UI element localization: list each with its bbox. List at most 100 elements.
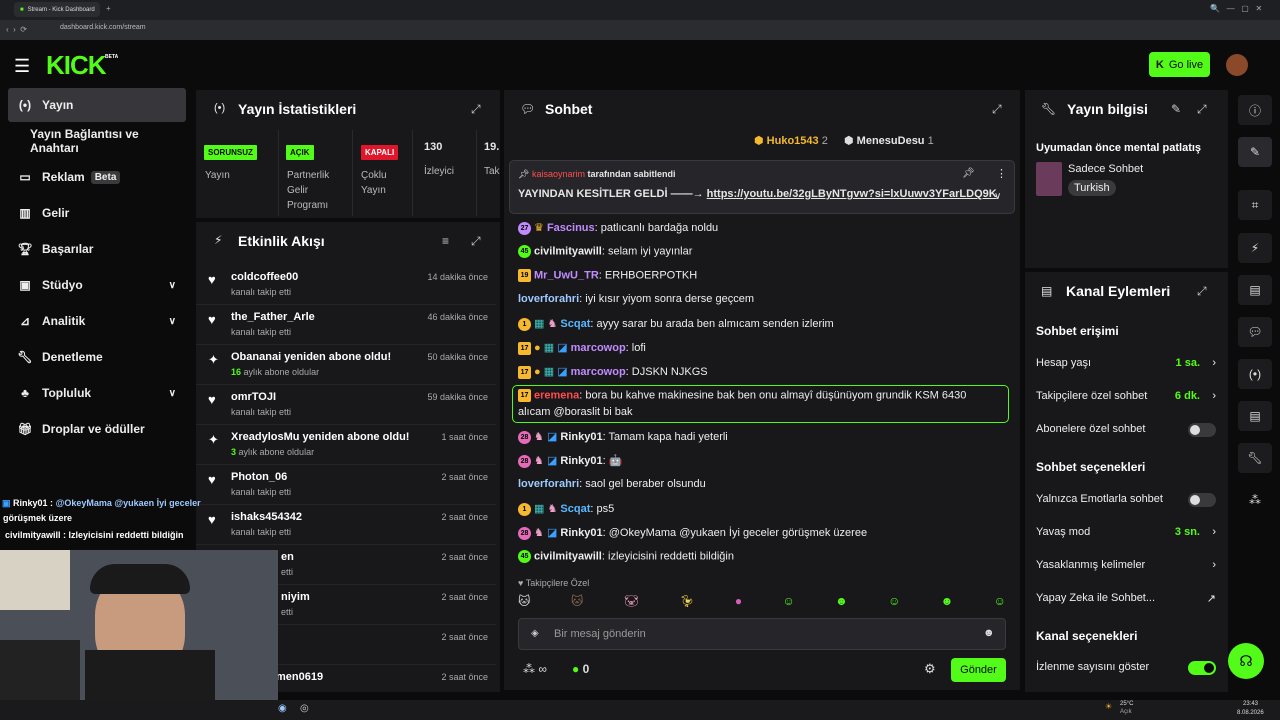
filter-icon[interactable]: ≡ (442, 234, 449, 248)
go-live-button[interactable]: K Go live (1149, 52, 1210, 77)
kick-points[interactable]: ● 0 (572, 662, 589, 676)
chat-message[interactable]: 28 ♞ ◪ Rinky01: Tamam kapa hadi yeterli (518, 430, 1008, 444)
chat-message[interactable]: 28 ♞ ◪ Rinky01: @OkeyMama @yukaen İyi gec… (518, 526, 1008, 540)
gear-icon[interactable]: ⚙︎ (924, 661, 936, 677)
account-age-row[interactable]: Hesap yaşı 1 sa. › (1036, 357, 1216, 369)
subs-only-toggle[interactable] (1188, 423, 1216, 437)
kick-emote-icon[interactable]: ☻ (941, 594, 954, 612)
sidebar-item-reklam[interactable]: ▭ Reklam Beta (8, 160, 186, 194)
expand-icon[interactable]: ⤢ (471, 102, 481, 117)
chat-bubble-icon[interactable]: 💬︎ (1238, 317, 1272, 347)
sidebar-item-droplar[interactable]: 🎁︎ Droplar ve ödüller (8, 412, 186, 446)
pencil-icon[interactable]: ✎ (1238, 137, 1272, 167)
chevron-down-icon[interactable]: ∨ (994, 191, 1001, 202)
app-icon[interactable]: ◎ (300, 703, 309, 714)
chat-message[interactable]: 17 ● ▦ ◪ marcowop: DJSKN NJKGS (518, 365, 1008, 379)
expand-icon[interactable]: ⤢ (1197, 284, 1207, 299)
new-tab-icon[interactable]: + (106, 4, 111, 13)
chat-bubble-icon: 💬︎ (520, 102, 536, 116)
chat-message[interactable]: 1 ▦ ♞ Scqat: ayyy sarar bu arada ben almı… (518, 317, 1008, 331)
chat-message[interactable]: 27 ♛ Fascinus: patlıcanlı bardağa noldu (518, 221, 1008, 235)
ai-chat-row[interactable]: Yapay Zeka ile Sohbet... ↗ (1036, 592, 1216, 605)
chat-username[interactable]: civilmityawill (534, 245, 602, 257)
chat-username[interactable]: marcowop (571, 366, 626, 378)
sidebar-item-stream-key[interactable]: Yayın Bağlantısı ve Anahtarı (8, 124, 186, 158)
sidebar-item-yayin[interactable]: (•) Yayın (8, 88, 186, 122)
expand-icon[interactable]: ⤢ (1197, 102, 1207, 117)
sidebar-item-topluluk[interactable]: ♣ Topluluk ∨ (8, 376, 186, 410)
support-headset-icon[interactable]: ☊ (1228, 643, 1264, 679)
channel-points[interactable]: ⁂ ∞ (523, 662, 547, 676)
nav-buttons[interactable]: ‹ › ⟳ (6, 25, 27, 34)
chat-message[interactable]: 19 Mr_UwU_TR: ERHBOERPOTKH (518, 269, 1008, 282)
row-label: Yapay Zeka ile Sohbet... (1036, 592, 1156, 604)
chat-message[interactable]: 28 ♞ ◪ Rinky01: 🤖 (518, 454, 1008, 468)
browser-tab[interactable]: ■ Stream - Kick Dashboard (14, 2, 100, 17)
show-views-toggle[interactable] (1188, 661, 1216, 675)
chat-message[interactable]: loverforahri: iyi kısır yiyom sonra ders… (518, 293, 1008, 305)
sidebar-item-studyo[interactable]: ▣ Stüdyo ∨ (8, 268, 186, 302)
chat-username[interactable]: Mr_UwU_TR (534, 269, 599, 281)
kick-emote-icon[interactable]: ☺ (994, 594, 1006, 612)
chat-username[interactable]: Scqat (560, 318, 590, 330)
chat-username[interactable]: Fascinus (547, 222, 595, 234)
expand-icon[interactable]: ⤢ (471, 234, 481, 249)
sidebar-item-analitik[interactable]: ⊿ Analitik ∨ (8, 304, 186, 338)
pig-emote-icon[interactable]: 🐷︎ (624, 594, 639, 612)
channel-icon[interactable]: ▤ (1238, 401, 1272, 431)
blob-emote-icon[interactable]: ● (735, 594, 742, 612)
crop-icon[interactable]: ⌗ (1238, 190, 1272, 220)
chat-username[interactable]: Rinky01 (560, 431, 602, 443)
sidebar-item-denetleme[interactable]: 🔧︎ Denetleme (8, 340, 186, 374)
pencil-icon[interactable]: ✎ (1171, 102, 1181, 116)
chat-username[interactable]: Scqat (560, 503, 590, 515)
chat-message[interactable]: loverforahri: saol gel beraber olsundu (518, 478, 1008, 490)
slow-mode-row[interactable]: Yavaş mod 3 sn. › (1036, 526, 1216, 538)
chat-username[interactable]: loverforahri (518, 293, 579, 305)
kick-logo[interactable]: KICK (46, 50, 107, 81)
pinned-link[interactable]: https://youtu.be/32gLByNTgvw?si=lxUuwv3Y… (707, 188, 997, 200)
banned-words-row[interactable]: Yasaklanmış kelimeler › (1036, 559, 1216, 571)
sidebar-item-gelir[interactable]: ▥ Gelir (8, 196, 186, 230)
chat-username[interactable]: marcowop (571, 342, 626, 354)
kick-emote-icon[interactable]: ☺ (782, 594, 794, 612)
avatar[interactable] (1226, 54, 1248, 76)
chat-message[interactable]: 17 ● ▦ ◪ marcowop: lofi (518, 341, 1008, 355)
kick-emote-icon[interactable]: ☻ (835, 594, 848, 612)
duck-emote-icon[interactable]: 🦆︎ (679, 594, 694, 612)
kick-emote-icon[interactable]: ☺ (888, 594, 900, 612)
chat-username[interactable]: loverforahri (518, 478, 579, 490)
menu-icon[interactable]: ☰ (14, 56, 30, 77)
cat-emote-icon[interactable]: 🐱︎ (518, 594, 531, 612)
wrench-icon[interactable]: 🔧︎ (1238, 443, 1272, 473)
chat-text: @OkeyMama @yukaen İyi geceler görüşmek ü… (608, 527, 868, 539)
chat-message[interactable]: 45 civilmityawill: selam iyi yayınlar (518, 245, 1008, 258)
steam-icon[interactable]: ◉ (278, 703, 287, 714)
chat-username[interactable]: civilmityawill (534, 550, 602, 562)
cat-emote-icon[interactable]: 🐱︎ (571, 594, 584, 612)
broadcast-icon[interactable]: (•) (1238, 359, 1272, 389)
emoji-icon[interactable]: ☻ (983, 627, 995, 639)
expand-icon[interactable]: ⤢ (992, 102, 1002, 117)
url-field[interactable]: dashboard.kick.com/stream (60, 24, 146, 31)
emote-only-toggle[interactable] (1188, 493, 1216, 507)
chat-message[interactable]: 45 civilmityawill: izleyicisini reddetti … (518, 550, 1008, 563)
window-controls[interactable]: 🔍 — ▢ ✕ (1210, 4, 1262, 13)
pinned-message[interactable]: 📌︎ kaisaoynarim tarafından sabitlendi YA… (509, 160, 1015, 214)
trophy-icon: 🏆︎ (17, 242, 33, 256)
chat-message[interactable]: 17 eremena: bora bu kahve makinesine bak … (518, 389, 1008, 402)
sidebar-item-basarilar[interactable]: 🏆︎ Başarılar (8, 232, 186, 266)
more-options-icon[interactable]: ⋮ (996, 167, 1007, 180)
lightning-icon[interactable]: ⚡︎ (1238, 233, 1272, 263)
unpin-icon[interactable]: 📌︎ (962, 168, 975, 179)
chat-message[interactable]: 1 ▦ ♞ Scqat: ps5 (518, 502, 1008, 516)
chat-input[interactable]: ◈ Bir mesaj gönderin ☻ (518, 618, 1006, 650)
document-icon[interactable]: ▤ (1238, 275, 1272, 305)
followers-chat-row[interactable]: Takipçilere özel sohbet 6 dk. › (1036, 390, 1216, 402)
send-button[interactable]: Gönder (951, 658, 1006, 682)
info-icon[interactable]: ⓘ (1238, 95, 1272, 125)
chat-username[interactable]: Rinky01 (560, 527, 602, 539)
community-icon[interactable]: ⁂ (1238, 485, 1272, 515)
chat-username[interactable]: eremena (534, 389, 579, 401)
chat-username[interactable]: Rinky01 (560, 455, 602, 467)
